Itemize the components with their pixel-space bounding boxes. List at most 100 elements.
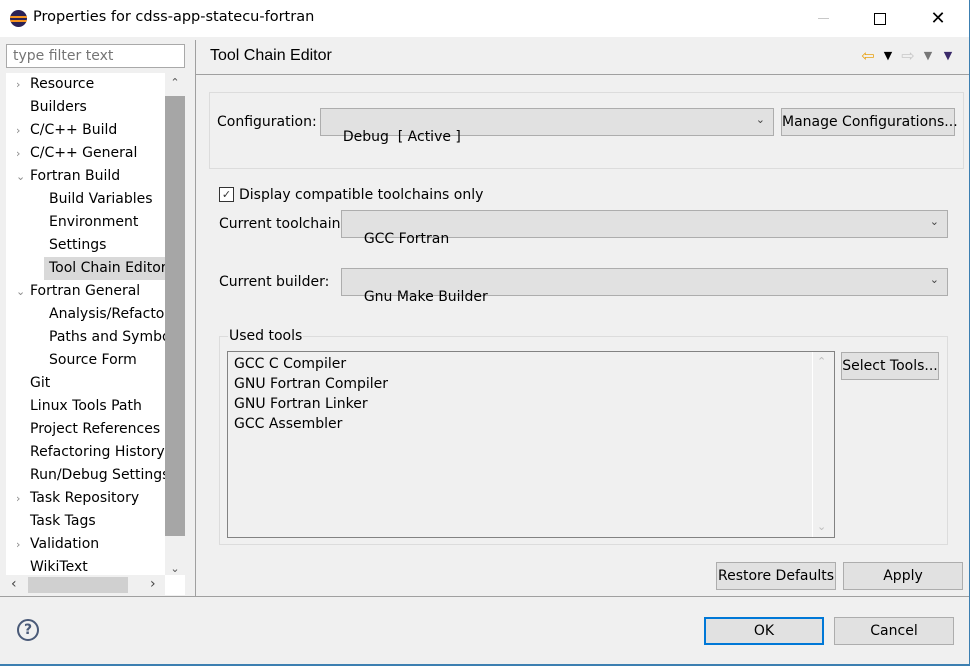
tree-item[interactable]: Project References — [6, 418, 164, 441]
property-tree: › Resource Builders › C/C++ Build › C/C++ Gene… — [6, 73, 185, 595]
toolchain-select[interactable]: GCC Fortran ⌄ — [341, 210, 948, 247]
tool-list-item[interactable]: GNU Fortran Linker — [234, 396, 368, 412]
scroll-right-icon[interactable]: › — [150, 576, 156, 592]
minimize-button[interactable] — [800, 0, 846, 37]
expand-chevron-icon[interactable]: › — [16, 533, 28, 556]
tree-item[interactable]: Analysis/Refactor — [44, 303, 174, 326]
collapse-chevron-icon[interactable]: ⌄ — [16, 165, 28, 188]
builder-value: Gnu Make Builder — [363, 289, 488, 305]
maximize-button[interactable] — [857, 0, 903, 37]
scroll-thumb[interactable] — [28, 577, 128, 593]
scroll-down-icon[interactable]: ⌄ — [168, 562, 182, 575]
tool-list-item[interactable]: GCC C Compiler — [234, 356, 346, 372]
select-tools-button[interactable]: Select Tools... — [841, 352, 939, 380]
tree-item[interactable]: Settings — [44, 234, 110, 257]
tree-item[interactable]: Linux Tools Path — [6, 395, 146, 418]
forward-dropdown-icon[interactable]: ▼ — [920, 49, 936, 62]
tree-item-label: Task Tags — [30, 513, 96, 529]
window-title: Properties for cdss-app-statecu-fortran — [33, 9, 315, 25]
expand-chevron-icon[interactable]: › — [16, 142, 28, 165]
tree-item[interactable]: Task Tags — [6, 510, 100, 533]
tree-item-label: Builders — [30, 99, 87, 115]
toolchain-value: GCC Fortran — [363, 231, 450, 247]
used-tools-list[interactable]: GCC C Compiler GNU Fortran Compiler GNU Fo… — [227, 351, 835, 538]
back-dropdown-icon[interactable]: ▼ — [880, 49, 896, 62]
expand-chevron-icon[interactable]: › — [16, 73, 28, 96]
scroll-down-icon[interactable]: ⌄ — [817, 520, 826, 533]
tree-item-label: Task Repository — [30, 490, 140, 506]
view-menu-icon[interactable]: ▼ — [940, 49, 956, 62]
used-tools-title: Used tools — [228, 328, 304, 344]
tree-item[interactable]: › Task Repository — [6, 487, 143, 510]
ok-button[interactable]: OK — [704, 617, 824, 645]
tree-item-label: Resource — [30, 76, 95, 92]
tools-scrollbar[interactable]: ⌃ ⌄ — [812, 352, 834, 537]
builder-label: Current builder: — [219, 274, 330, 290]
tree-item[interactable]: Git — [6, 372, 54, 395]
tree-item-label: C/C++ Build — [30, 122, 118, 138]
expand-chevron-icon[interactable]: › — [16, 119, 28, 142]
tool-list-item[interactable]: GCC Assembler — [234, 416, 342, 432]
tree-item-label: Validation — [30, 536, 100, 552]
tree-item-label: Paths and Symbol — [49, 329, 175, 345]
tree-item-label: Fortran Build — [30, 168, 121, 184]
tree-item[interactable]: Environment — [44, 211, 142, 234]
tree-item[interactable]: Source Form — [44, 349, 141, 372]
tree-item-label: Environment — [49, 214, 139, 230]
close-button[interactable]: ✕ — [915, 0, 961, 37]
tree-item[interactable]: Builders — [6, 96, 91, 119]
chevron-down-icon: ⌄ — [929, 273, 939, 286]
tree-item-label: Refactoring History — [30, 444, 165, 460]
maximize-icon — [874, 12, 886, 25]
tree-item[interactable]: › Resource — [6, 73, 98, 96]
tree-item[interactable]: Build Variables — [44, 188, 157, 211]
display-compatible-checkbox[interactable]: ✓ — [219, 187, 234, 202]
tree-item-label: Git — [30, 375, 51, 391]
restore-defaults-button[interactable]: Restore Defaults — [716, 562, 836, 590]
pane-divider[interactable] — [195, 40, 196, 596]
tree-item[interactable]: Tool Chain Editor — [44, 257, 171, 280]
scroll-left-icon[interactable]: ‹ — [11, 576, 17, 592]
title-bar: Properties for cdss-app-statecu-fortran … — [0, 0, 969, 37]
tree-item[interactable]: › Validation — [6, 533, 103, 556]
tree-item[interactable]: › C/C++ General — [6, 142, 141, 165]
scroll-up-icon[interactable]: ⌃ — [817, 355, 826, 368]
back-arrow-icon[interactable]: ⇦ — [860, 46, 876, 65]
tree-item[interactable]: ⌄ Fortran Build — [6, 165, 124, 188]
cancel-button[interactable]: Cancel — [834, 617, 954, 645]
chevron-down-icon: ⌄ — [929, 215, 939, 228]
builder-select[interactable]: Gnu Make Builder ⌄ — [341, 268, 948, 305]
manage-configurations-button[interactable]: Manage Configurations... — [781, 108, 958, 136]
display-compatible-label[interactable]: Display compatible toolchains only — [239, 187, 483, 203]
tree-item-label: Analysis/Refactor — [49, 306, 171, 322]
tree-horizontal-scrollbar[interactable]: ‹ › — [6, 575, 165, 595]
tool-list-item[interactable]: GNU Fortran Compiler — [234, 376, 388, 392]
footer-separator — [0, 596, 969, 597]
page-title: Tool Chain Editor — [210, 47, 332, 64]
chevron-down-icon: ⌄ — [755, 113, 765, 126]
apply-button[interactable]: Apply — [843, 562, 963, 590]
properties-dialog: Properties for cdss-app-statecu-fortran … — [0, 0, 970, 666]
tree-item[interactable]: Refactoring History — [6, 441, 169, 464]
scroll-thumb[interactable] — [165, 96, 185, 536]
tree-item[interactable]: ⌄ Fortran General — [6, 280, 144, 303]
tree-item[interactable]: Paths and Symbol — [44, 326, 178, 349]
tree-vertical-scrollbar[interactable]: ⌃ ⌄ — [165, 73, 185, 575]
forward-arrow-icon[interactable]: ⇨ — [900, 46, 916, 65]
page-navigation: ⇦ ▼ ⇨ ▼ ▼ — [860, 46, 956, 65]
scroll-up-icon[interactable]: ⌃ — [168, 76, 182, 89]
minimize-icon — [817, 18, 829, 19]
tree-item[interactable]: › C/C++ Build — [6, 119, 121, 142]
expand-chevron-icon[interactable]: › — [16, 487, 28, 510]
title-separator — [196, 74, 969, 75]
configuration-value: Debug [ Active ] — [342, 129, 461, 145]
filter-input[interactable] — [6, 44, 185, 68]
tree-item[interactable]: Run/Debug Settings — [6, 464, 173, 487]
help-icon[interactable]: ? — [17, 619, 39, 641]
collapse-chevron-icon[interactable]: ⌄ — [16, 280, 28, 303]
tree-item-label: Settings — [49, 237, 107, 253]
tree-item-label: Source Form — [49, 352, 137, 368]
configuration-label: Configuration: — [217, 114, 317, 130]
close-icon: ✕ — [930, 8, 946, 29]
configuration-select[interactable]: Debug [ Active ] ⌄ — [320, 108, 774, 145]
